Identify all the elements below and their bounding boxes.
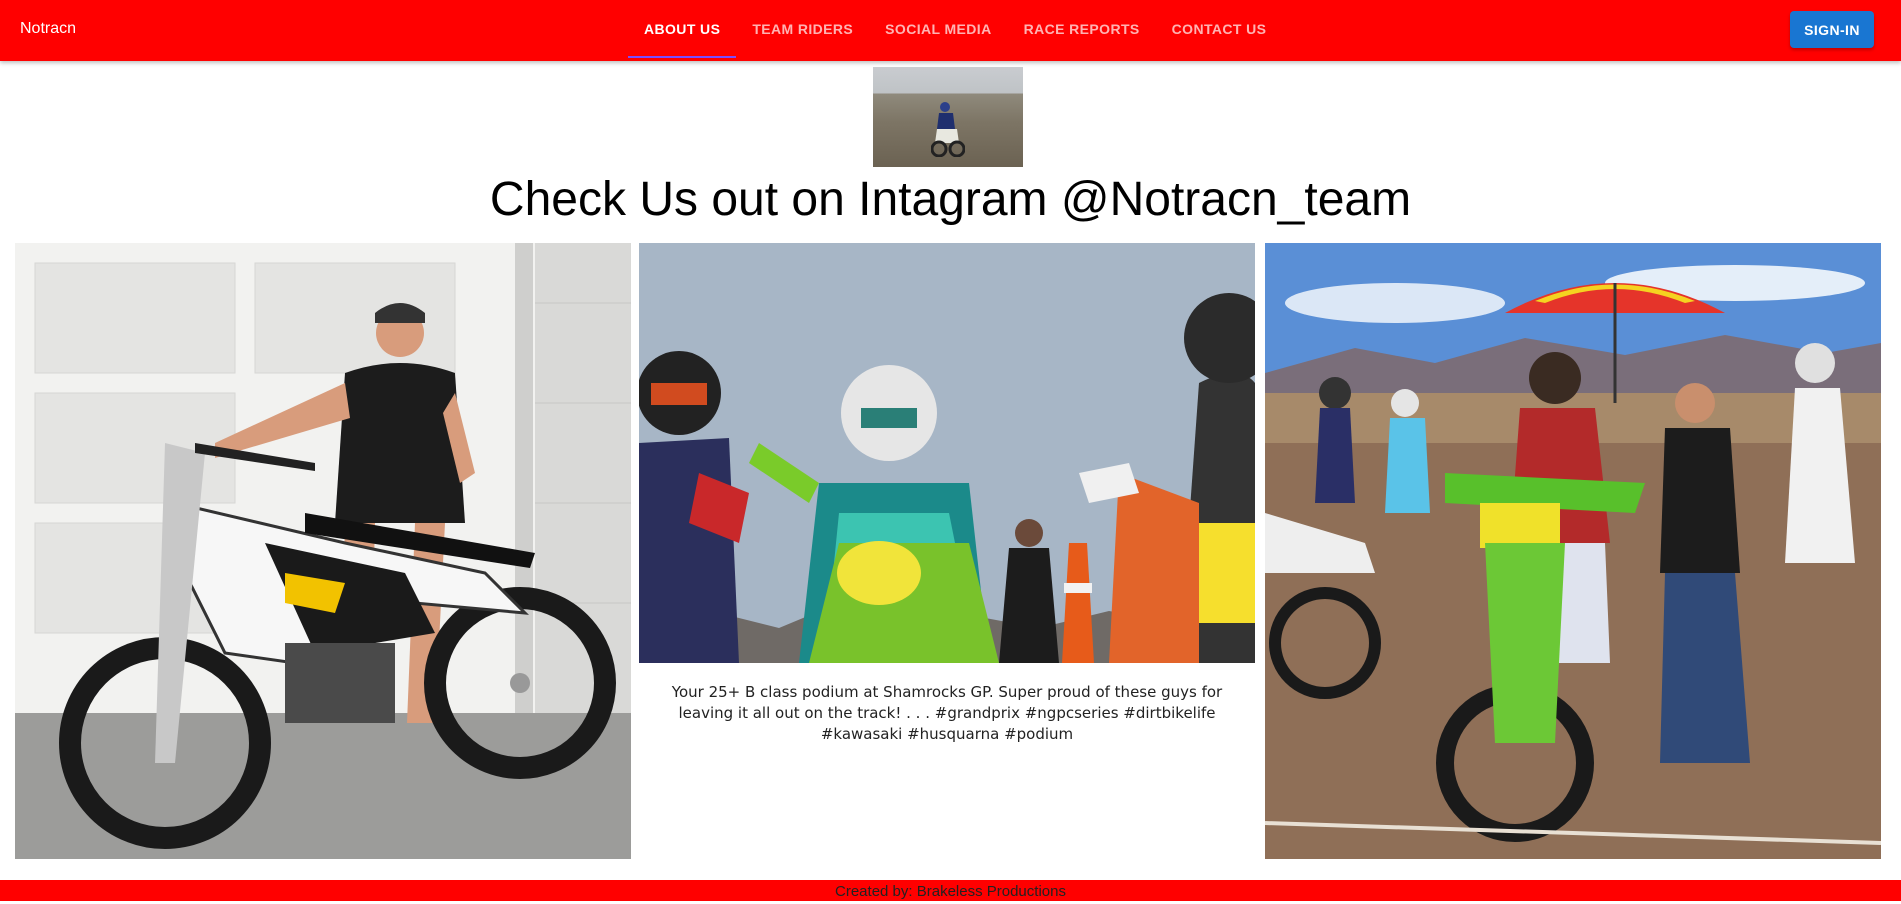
photo-caption: Your 25+ B class podium at Shamrocks GP.… bbox=[671, 683, 1223, 743]
footer-credit: Created by: Brakeless Productions bbox=[835, 883, 1066, 900]
rider-with-dirtbike-photo[interactable] bbox=[15, 243, 631, 859]
tab-social-media[interactable]: Social Media bbox=[869, 0, 1007, 58]
footer: Created by: Brakeless Productions bbox=[0, 880, 1901, 901]
page-title: Check Us out on Intagram @Notracn_team bbox=[489, 173, 1412, 226]
rider-with-dirtbike-image bbox=[15, 243, 631, 859]
tab-race-reports[interactable]: Race Reports bbox=[1008, 0, 1156, 58]
tab-team-riders[interactable]: Team Riders bbox=[736, 0, 869, 58]
brand-logo-text[interactable]: Notracn bbox=[20, 0, 76, 58]
sign-in-button[interactable]: Sign-in bbox=[1790, 11, 1874, 48]
tab-about-us[interactable]: About Us bbox=[628, 0, 737, 58]
app-bar: Notracn About Us Team Riders Social Medi… bbox=[0, 0, 1901, 61]
main-tabs: About Us Team Riders Social Media Race R… bbox=[628, 0, 1282, 58]
starting-line-image bbox=[1265, 243, 1881, 859]
tab-contact-us[interactable]: Contact Us bbox=[1156, 0, 1283, 58]
rider-silhouette bbox=[931, 102, 965, 157]
podium-riders-photo[interactable] bbox=[639, 243, 1255, 663]
starting-line-photo[interactable] bbox=[1265, 243, 1881, 859]
podium-riders-image bbox=[639, 243, 1255, 663]
header-rider-photo bbox=[873, 67, 1023, 167]
